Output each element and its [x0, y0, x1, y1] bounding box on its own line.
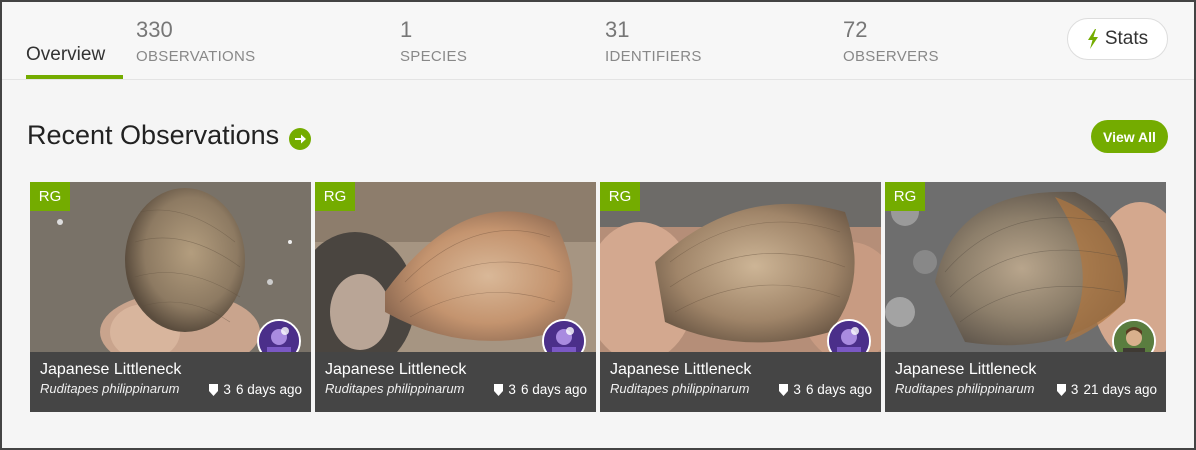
stat-species-value: 1 [400, 17, 413, 42]
common-name: Japanese Littleneck [325, 361, 467, 378]
observation-meta: 3 21 days ago [1056, 382, 1157, 397]
stat-identifiers[interactable]: 31 IDENTIFIERS [605, 16, 702, 70]
observation-meta: 3 6 days ago [779, 382, 872, 397]
page-frame: Overview 330 OBSERVATIONS 1 SPECIES 31 I… [0, 0, 1196, 450]
stat-observers-value: 72 [843, 17, 868, 42]
recent-observations-title: Recent Observations [27, 120, 280, 150]
observation-time: 21 days ago [1083, 382, 1157, 397]
identification-count: 3 [1070, 382, 1079, 397]
observation-caption: Japanese Littleneck Ruditapes philippina… [315, 352, 596, 412]
observation-time: 6 days ago [235, 382, 302, 397]
stat-observations-label: OBSERVATIONS [136, 48, 256, 65]
stat-observers-label: OBSERVERS [843, 48, 939, 65]
stat-observations-value: 330 [136, 17, 173, 42]
identification-count: 3 [793, 382, 801, 397]
stat-species-label: SPECIES [400, 48, 468, 65]
recent-observations-heading: Recent Observations [27, 120, 312, 151]
identification-shield-icon [494, 383, 504, 396]
stat-identifiers-label: IDENTIFIERS [605, 48, 702, 65]
stat-species[interactable]: 1 SPECIES [400, 16, 467, 70]
research-grade-badge: RG [600, 182, 640, 211]
lightning-bolt-icon [1087, 29, 1098, 49]
view-all-button[interactable]: View All [1091, 120, 1168, 153]
common-name: Japanese Littleneck [895, 361, 1037, 378]
arrow-right-circle-icon[interactable] [289, 127, 312, 150]
stat-identifiers-value: 31 [605, 17, 630, 42]
observation-meta: 3 6 days ago [494, 382, 587, 397]
observation-caption: Japanese Littleneck Ruditapes philippina… [30, 352, 311, 412]
observation-caption: Japanese Littleneck Ruditapes philippina… [600, 352, 881, 412]
stat-observations[interactable]: 330 OBSERVATIONS [136, 16, 255, 70]
research-grade-badge: RG [885, 182, 925, 211]
identification-shield-icon [209, 383, 219, 396]
active-tab-indicator [26, 75, 123, 79]
observation-card[interactable]: RG Japanese Littleneck Ruditapes philipp… [600, 182, 881, 412]
identification-count: 3 [223, 382, 231, 397]
research-grade-badge: RG [30, 182, 70, 211]
stat-observers[interactable]: 72 OBSERVERS [843, 16, 939, 70]
observation-card[interactable]: RG Japanese Littleneck Ruditapes philipp… [315, 182, 596, 412]
tab-overview[interactable]: Overview [26, 44, 105, 66]
observation-meta: 3 6 days ago [209, 382, 302, 397]
common-name: Japanese Littleneck [40, 361, 182, 378]
observation-card[interactable]: RG Japanese Littleneck Ruditapes philipp… [30, 182, 311, 412]
identification-shield-icon [779, 383, 789, 396]
observation-card[interactable]: RG Japanese Littleneck Ruditapes philipp… [885, 182, 1166, 412]
observation-time: 6 days ago [520, 382, 587, 397]
identification-shield-icon [1056, 383, 1066, 396]
stats-header: Overview 330 OBSERVATIONS 1 SPECIES 31 I… [2, 2, 1194, 80]
observation-time: 6 days ago [805, 382, 872, 397]
observation-caption: Japanese Littleneck Ruditapes philippina… [885, 352, 1166, 412]
research-grade-badge: RG [315, 182, 355, 211]
stats-button-label: Stats [1104, 28, 1149, 49]
stats-button[interactable]: Stats [1067, 18, 1168, 60]
common-name: Japanese Littleneck [610, 361, 752, 378]
identification-count: 3 [508, 382, 516, 397]
